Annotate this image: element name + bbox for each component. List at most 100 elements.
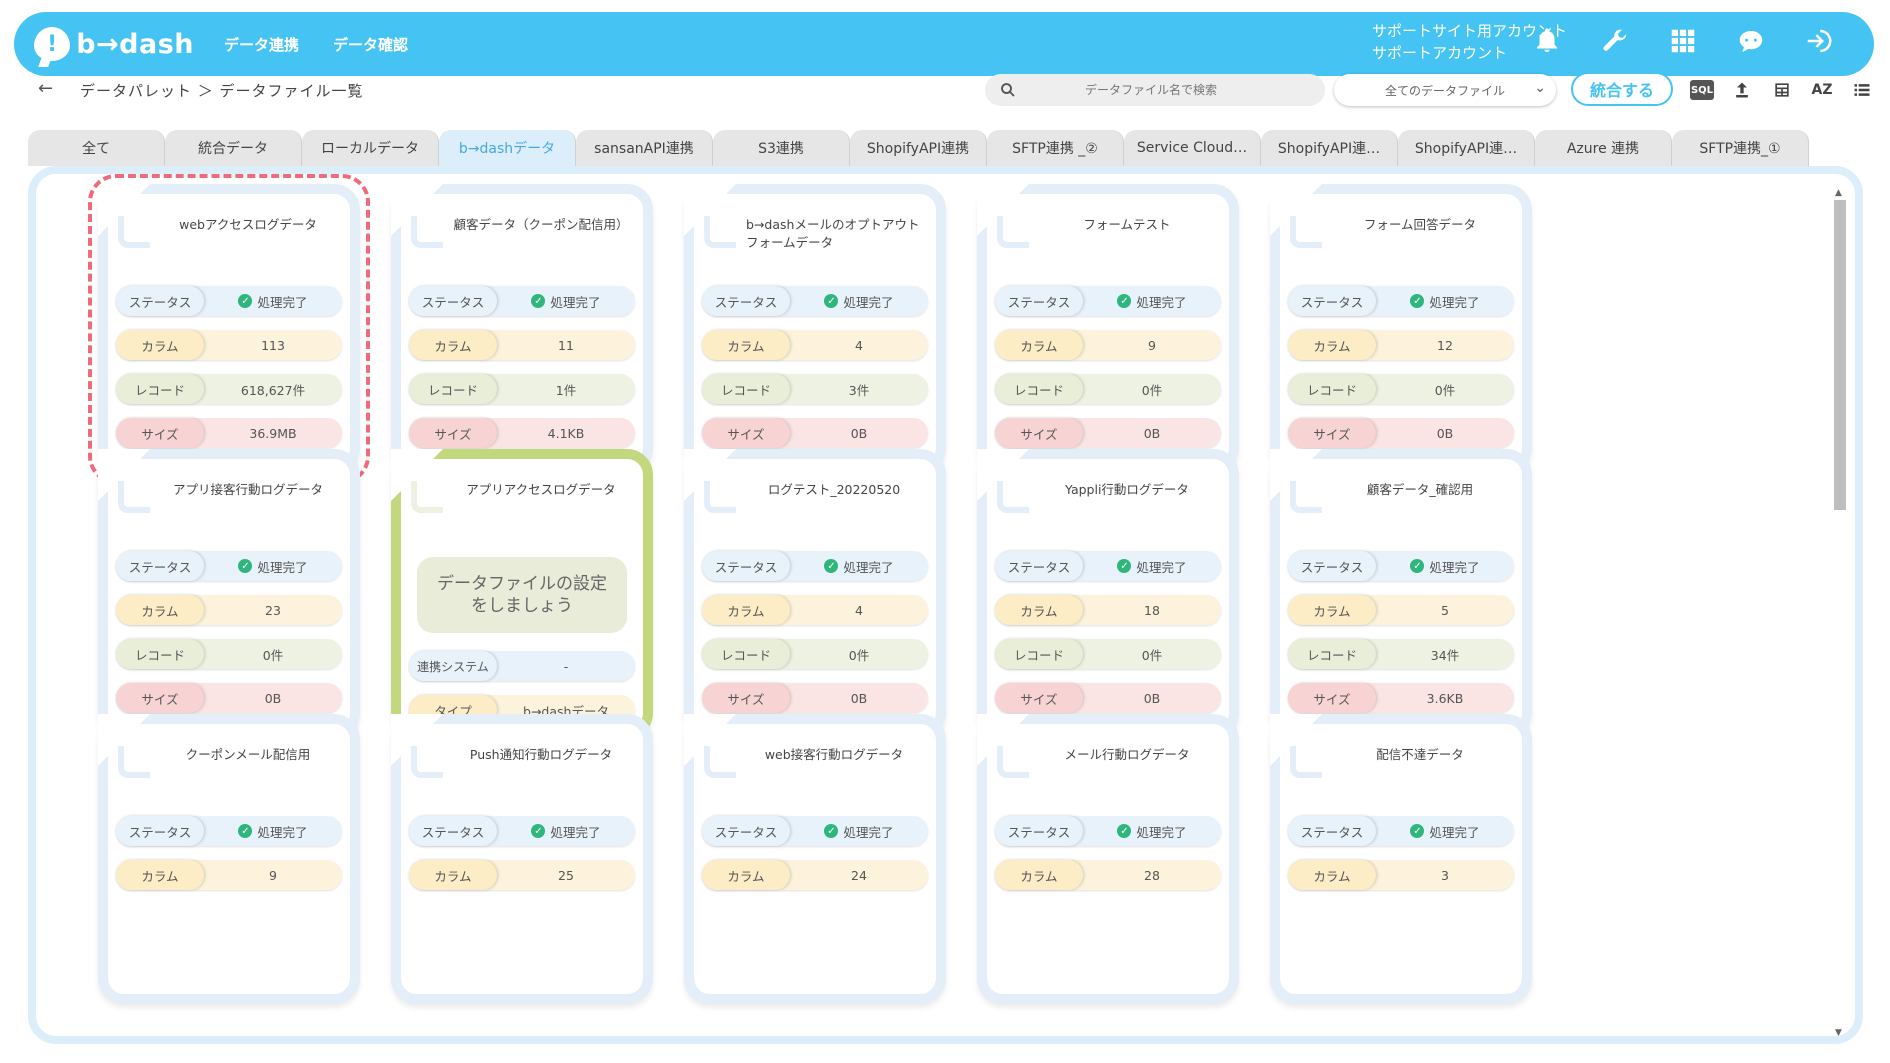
- column-value: 23: [265, 602, 281, 618]
- file-card[interactable]: メール行動ログデータステータス ✓ 処理完了 カラム 28: [977, 714, 1239, 1004]
- file-card[interactable]: アプリ接客行動ログデータ ステータス ✓ 処理完了 カラム 23 レコード 0件 サイズ 0B: [98, 449, 360, 739]
- tab-8[interactable]: Service Cloud…: [1124, 130, 1261, 166]
- record-row: レコード 34件: [1288, 639, 1514, 669]
- file-card[interactable]: b→dashメールのオプトアウトフォームデータ ステータス ✓ 処理完了 カラム 4 レコー…: [684, 184, 946, 474]
- top-icons: [1532, 26, 1834, 60]
- card-title: クーポンメール配信用: [185, 747, 311, 762]
- size-row: サイズ 4.1KB: [409, 418, 635, 448]
- grid-icon[interactable]: [1668, 26, 1698, 60]
- status-value: 処理完了: [550, 824, 601, 840]
- file-icon: [118, 481, 150, 513]
- merge-button[interactable]: 統合する: [1571, 72, 1673, 106]
- status-label: ステータス: [116, 551, 204, 581]
- card-title: 顧客データ_確認用: [1366, 482, 1474, 497]
- column-value: 25: [558, 867, 574, 883]
- check-circle-icon: ✓: [824, 824, 839, 838]
- tab-11[interactable]: Azure 連携: [1535, 130, 1672, 166]
- status-row: ステータス ✓ 処理完了: [995, 286, 1221, 316]
- support-icon[interactable]: [1736, 26, 1766, 60]
- tab-0[interactable]: 全て: [28, 130, 165, 166]
- column-label: カラム: [995, 595, 1083, 625]
- column-row: カラム 28: [995, 860, 1221, 890]
- tab-1[interactable]: 統合データ: [165, 130, 302, 166]
- upload-icon[interactable]: [1730, 78, 1754, 102]
- file-card[interactable]: アプリアクセスログデータ データファイルの設定をしましょう 連携システム - タイプ b→…: [391, 449, 653, 739]
- sort-az-icon[interactable]: AZ: [1810, 78, 1834, 102]
- file-icon: [1290, 481, 1322, 513]
- logout-icon[interactable]: [1804, 26, 1834, 60]
- status-value: 処理完了: [1136, 824, 1187, 840]
- tab-9[interactable]: ShopifyAPI連…: [1261, 130, 1398, 166]
- file-card[interactable]: 顧客データ（クーポン配信用） ステータス ✓ 処理完了 カラム 11 レコード 1件 サイズ 4.…: [391, 184, 653, 474]
- search-icon: [1001, 83, 1015, 97]
- scroll-down-icon[interactable]: ▼: [1835, 1028, 1842, 1036]
- table-view-icon[interactable]: [1770, 78, 1794, 102]
- record-value: 0件: [848, 647, 870, 663]
- tab-5[interactable]: S3連携: [713, 130, 850, 166]
- file-card[interactable]: Push通知行動ログデータ ステータス ✓ 処理完了 カラム 25: [391, 714, 653, 1004]
- tab-4[interactable]: sansanAPI連携: [576, 130, 713, 166]
- card-title: フォーム回答データ: [1363, 217, 1477, 232]
- record-row: レコード 3件: [702, 374, 928, 404]
- scroll-up-icon[interactable]: ▲: [1835, 188, 1842, 198]
- record-row: レコード 0件: [995, 639, 1221, 669]
- tab-3[interactable]: b→dashデータ: [439, 130, 576, 166]
- check-circle-icon: ✓: [531, 294, 546, 308]
- tab-2[interactable]: ローカルデータ: [302, 130, 439, 166]
- nav-data-check[interactable]: データ確認: [333, 34, 408, 55]
- check-circle-icon: ✓: [531, 824, 546, 838]
- file-card[interactable]: 配信不達データ ステータス ✓ 処理完了 カラム 3: [1270, 714, 1532, 1004]
- column-value: 4: [855, 337, 863, 353]
- size-row: サイズ 0B: [1288, 418, 1514, 448]
- file-card[interactable]: webアクセスログデータ ステータス ✓ 処理完了 カラム 113 レコード 618,627件…: [88, 174, 370, 484]
- record-row: レコード 1件: [409, 374, 635, 404]
- scrollbar[interactable]: ▲ ▼: [1831, 188, 1847, 1036]
- tab-6[interactable]: ShopifyAPI連携: [850, 130, 987, 166]
- search-input[interactable]: [1017, 83, 1325, 97]
- setup-prompt[interactable]: データファイルの設定をしましょう: [417, 557, 627, 633]
- top-nav: データ連携 データ確認: [224, 34, 408, 55]
- size-label: サイズ: [1288, 683, 1376, 713]
- card-title: b→dashメールのオプトアウトフォームデータ: [746, 217, 920, 250]
- file-card[interactable]: 顧客データ_確認用 ステータス ✓ 処理完了 カラム 5 レコード 34件 サイズ 3.6KB: [1270, 449, 1532, 739]
- file-card[interactable]: ログテスト_20220520 ステータス ✓ 処理完了 カラム 4 レコード 0件 サイズ 0B: [684, 449, 946, 739]
- check-circle-icon: ✓: [1410, 559, 1425, 573]
- bell-icon[interactable]: [1532, 26, 1562, 60]
- column-row: カラム 5: [1288, 595, 1514, 625]
- filter-select[interactable]: 全てのデータファイル ⌄: [1334, 74, 1556, 106]
- tab-7[interactable]: SFTP連携 _②: [987, 130, 1124, 166]
- sql-icon[interactable]: SQL: [1690, 80, 1714, 100]
- status-row: ステータス ✓ 処理完了: [995, 816, 1221, 846]
- status-label: ステータス: [116, 286, 204, 316]
- status-value: 処理完了: [1429, 824, 1480, 840]
- status-label: ステータス: [409, 286, 497, 316]
- card-title: メール行動ログデータ: [1064, 747, 1190, 762]
- file-card[interactable]: クーポンメール配信用 ステータス ✓ 処理完了 カラム 9: [98, 714, 360, 1004]
- card-title: フォームテスト: [1083, 217, 1171, 232]
- file-card[interactable]: Yappli行動ログデータ ステータス ✓ 処理完了 カラム 18 レコード 0件 サイズ 0B: [977, 449, 1239, 739]
- size-value: 0B: [1436, 425, 1454, 441]
- file-card[interactable]: フォームテスト ステータス ✓ 処理完了 カラム 9 レコード 0件 サイズ 0B: [977, 184, 1239, 474]
- column-row: カラム 4: [702, 330, 928, 360]
- logo-mark-icon: !: [34, 27, 71, 61]
- status-value: 処理完了: [1429, 559, 1480, 575]
- file-card[interactable]: フォーム回答データ ステータス ✓ 処理完了 カラム 12 レコード 0件 サイズ 0B: [1270, 184, 1532, 474]
- status-row: ステータス ✓ 処理完了: [409, 816, 635, 846]
- file-card[interactable]: web接客行動ログデータ ステータス ✓ 処理完了 カラム 24: [684, 714, 946, 1004]
- card-title: ログテスト_20220520: [767, 482, 901, 497]
- back-arrow-icon[interactable]: ←: [38, 78, 53, 99]
- scroll-thumb[interactable]: [1834, 200, 1846, 510]
- wrench-icon[interactable]: [1600, 26, 1630, 60]
- card-title: 配信不達データ: [1376, 747, 1464, 762]
- tab-12[interactable]: SFTP連携_①: [1672, 130, 1809, 166]
- card-title: web接客行動ログデータ: [764, 747, 904, 762]
- column-value: 12: [1437, 337, 1453, 353]
- list-view-icon[interactable]: [1850, 78, 1874, 102]
- logo[interactable]: ! b→dash: [34, 27, 194, 61]
- record-row: レコード 0件: [116, 639, 342, 669]
- nav-data-integration[interactable]: データ連携: [224, 34, 299, 55]
- status-row: ステータス ✓ 処理完了: [995, 551, 1221, 581]
- status-label: ステータス: [995, 286, 1083, 316]
- status-value: 処理完了: [257, 559, 308, 575]
- tab-10[interactable]: ShopifyAPI連…: [1398, 130, 1535, 166]
